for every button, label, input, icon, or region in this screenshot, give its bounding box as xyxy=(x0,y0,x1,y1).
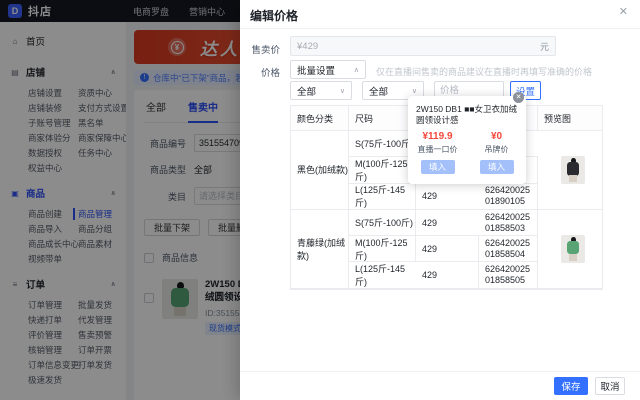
sell-price-input-disabled: ¥429 元 xyxy=(290,36,556,56)
preview-column-header: 预览图 xyxy=(538,106,602,131)
code-cell: 62642002501858503 xyxy=(479,209,538,237)
close-icon[interactable]: ✕ xyxy=(619,5,628,18)
divider xyxy=(240,28,640,29)
live-price-label: 直播一口价 xyxy=(417,145,458,155)
price-cell[interactable]: 429 xyxy=(416,210,479,237)
code-cell: 62642002501890105 xyxy=(479,183,538,210)
chevron-down-icon: ∨ xyxy=(411,87,417,95)
price-label: 价格 xyxy=(260,68,280,79)
green-sku-thumbnail xyxy=(561,234,585,263)
sell-price-value: ¥429 xyxy=(297,40,319,52)
live-price-option: ¥119.9 直播一口价 填入 xyxy=(408,131,467,175)
modal-title: 编辑价格 xyxy=(250,9,299,23)
code-cell: 62642002501858505 xyxy=(479,262,538,289)
cancel-button[interactable]: 取消 xyxy=(595,377,625,395)
batch-set-dropdown[interactable]: 批量设置 ∧ xyxy=(290,60,366,79)
code-cell: 62642002501858504 xyxy=(479,236,538,263)
color-group-black: 黑色(加绒款) xyxy=(291,131,349,210)
color-column-header: 颜色分类 xyxy=(291,106,349,131)
size-cell: M(100斤-125斤) xyxy=(349,236,416,263)
currency-unit: 元 xyxy=(539,41,549,52)
fill-tag-price-button[interactable]: 填入 xyxy=(479,160,514,175)
size-cell: S(75斤-100斤) xyxy=(349,209,416,237)
chevron-up-icon: ∧ xyxy=(353,66,359,74)
close-icon[interactable]: ✕ xyxy=(513,92,524,103)
tag-price-label: 吊牌价 xyxy=(484,145,509,155)
fill-live-price-button[interactable]: 填入 xyxy=(420,160,455,175)
black-sku-thumbnail xyxy=(561,155,585,184)
chevron-down-icon: ∨ xyxy=(339,87,345,95)
popup-options: ¥119.9 直播一口价 填入 ¥0 吊牌价 填入 xyxy=(408,131,526,175)
price-cell[interactable]: 429 xyxy=(416,262,479,289)
edit-price-modal: ✕ 编辑价格 售卖价 ¥429 元 价格 批量设置 ∧ 仅在直播间售卖的商品建议… xyxy=(240,0,640,400)
tag-price-value: ¥0 xyxy=(490,131,503,143)
size-cell: S(75斤-100斤) xyxy=(349,131,416,158)
color-filter-select[interactable]: 全部 ∨ xyxy=(290,81,352,100)
divider xyxy=(240,371,640,372)
size-cell: L(125斤-145斤) xyxy=(349,262,416,289)
tag-price-option: ¥0 吊牌价 填入 xyxy=(467,131,526,175)
sell-price-label: 售卖价 xyxy=(251,45,280,56)
popup-product-title: 2W150 DB1 ■■女卫衣加绒圆领设计感 xyxy=(416,104,517,126)
size-cell: M(100斤-125斤) xyxy=(349,157,416,184)
app-root: D 抖店 电商罗盘 营销中心 巨量千川 ⌂ 首页 ▤ 店铺 ∧ 店铺设置 资质中… xyxy=(0,0,640,400)
price-hint-text: 仅在直播间售卖的商品建议在直播时再填写准确的价格 xyxy=(376,67,593,77)
preview-cell xyxy=(538,210,602,289)
preview-cell xyxy=(538,131,602,210)
save-button[interactable]: 保存 xyxy=(554,377,588,395)
live-price-value: ¥119.9 xyxy=(422,131,453,143)
price-suggestion-popup: ✕ 2W150 DB1 ■■女卫衣加绒圆领设计感 ¥119.9 直播一口价 填入… xyxy=(408,92,526,184)
size-cell: L(125斤-145斤) xyxy=(349,183,416,210)
color-group-green: 青藤绿(加绒款) xyxy=(291,209,349,289)
price-cell[interactable]: 429 xyxy=(416,236,479,263)
size-column-header: 尺码 xyxy=(349,106,416,131)
price-cell[interactable]: 429 xyxy=(416,184,479,210)
